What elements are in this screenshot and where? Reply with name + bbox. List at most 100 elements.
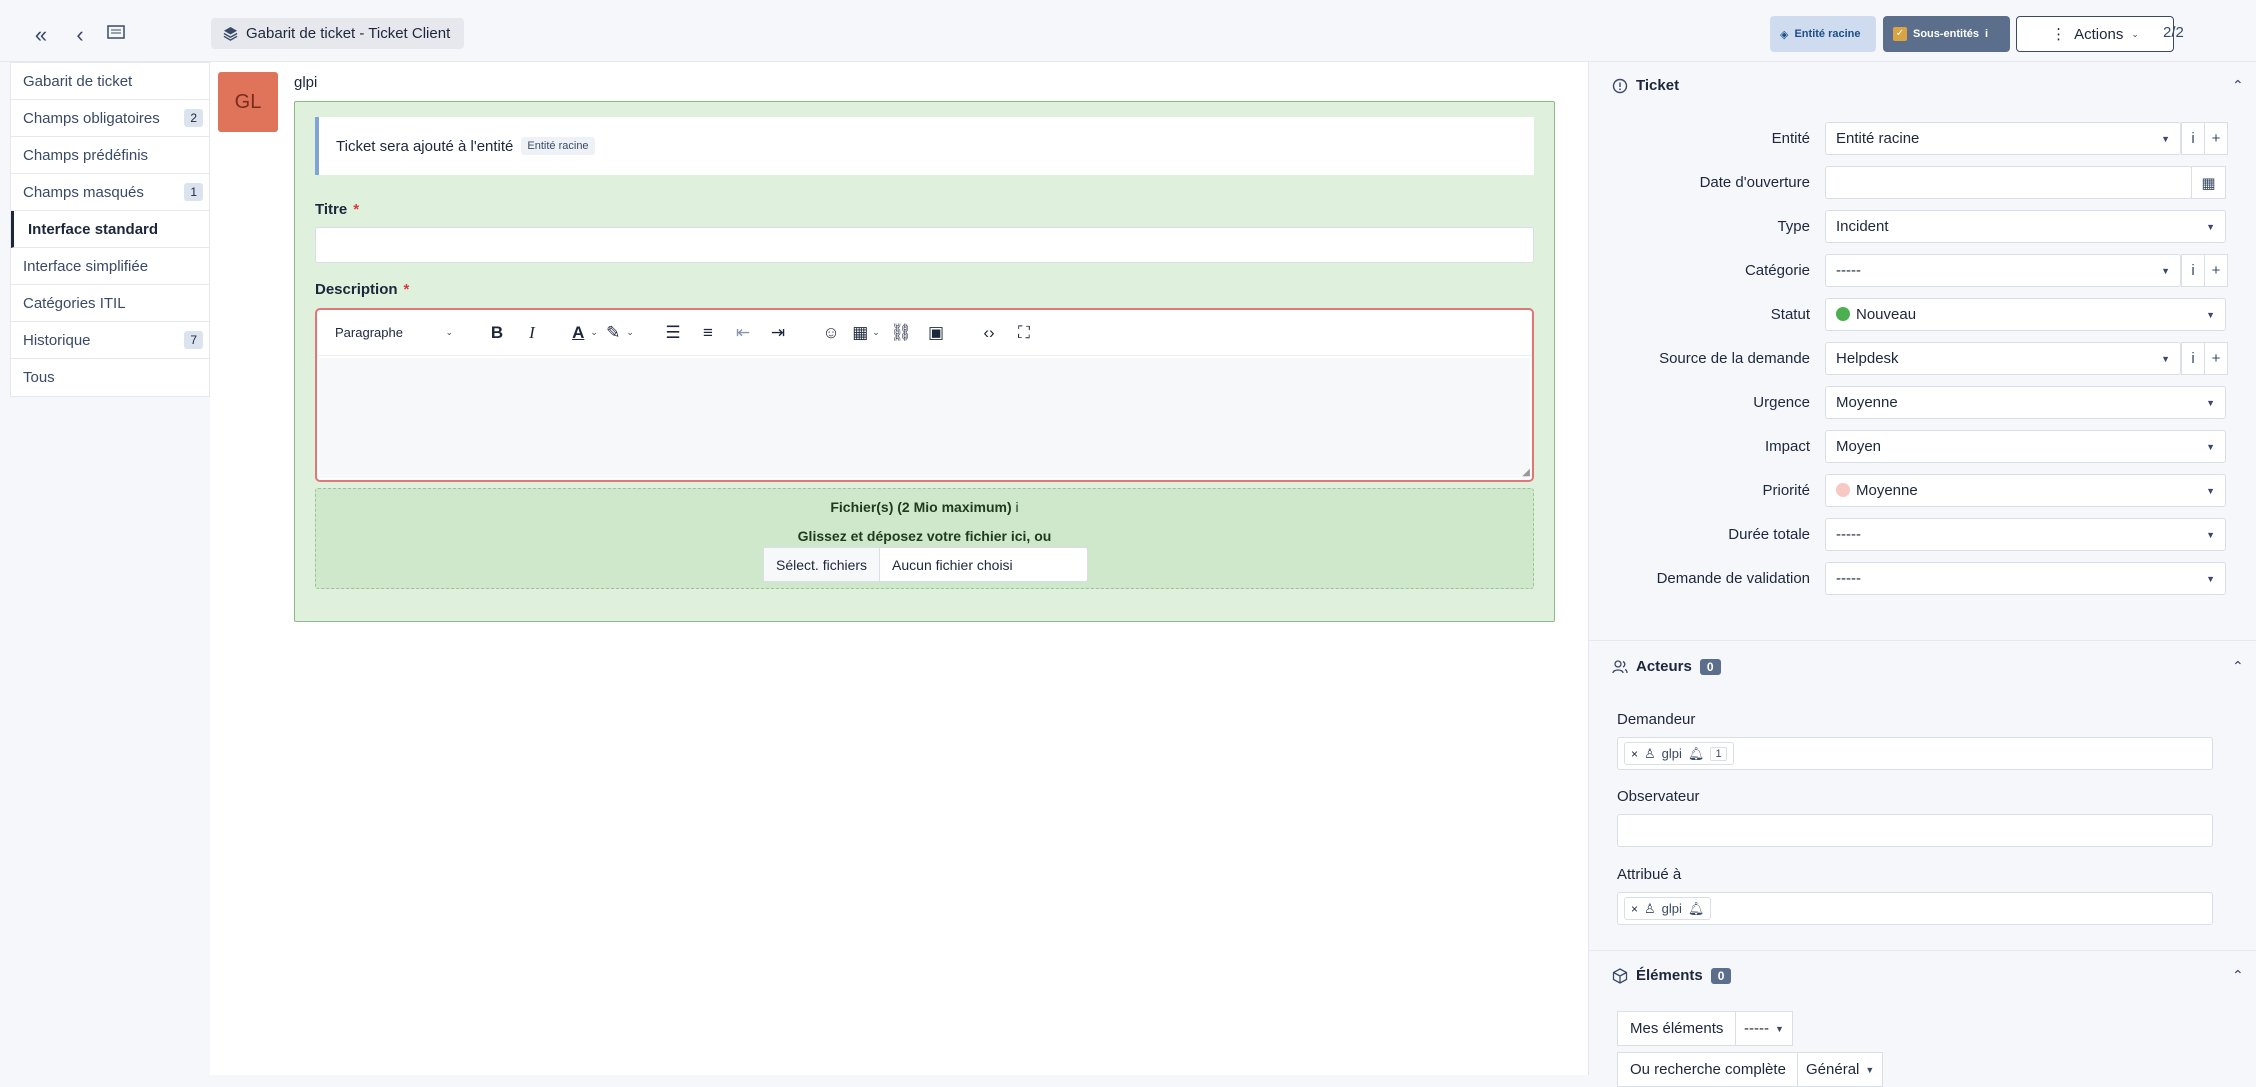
file-input[interactable]: Sélect. fichiers Aucun fichier choisi [763,547,1088,582]
resize-handle-icon[interactable]: ◢ [1522,467,1530,478]
requester-label: Demandeur [1617,711,1696,728]
status-select[interactable]: Nouveau ▼ [1825,298,2226,331]
info-icon[interactable]: i [2181,122,2205,155]
assigned-field[interactable]: × ♙ glpi 🔔︎ [1617,892,2213,925]
priority-select[interactable]: Moyenne ▼ [1825,474,2226,507]
menu-item-ticket-template[interactable]: Gabarit de ticket [11,63,209,100]
chevron-up-icon[interactable]: ⌃ [2232,658,2244,675]
title-label: Titre * [315,201,360,218]
menu-item-all[interactable]: Tous [11,359,209,396]
numbered-list-icon[interactable]: ≡ [693,319,723,347]
avatar: GL [218,72,278,132]
entity-badge: Entité racine [521,137,595,155]
list-icon[interactable] [103,22,129,48]
notice-text: Ticket sera ajouté à l'entité [336,137,514,155]
checkbox-icon: ✓ [1893,27,1907,41]
actions-button[interactable]: ⋮ Actions ⌄ [2016,16,2174,52]
field-label-impact: Impact [1764,438,1810,455]
info-icon[interactable]: i [2181,254,2205,287]
info-icon[interactable]: i [2181,342,2205,375]
pager: 2/2 [2163,24,2184,41]
chevron-up-icon[interactable]: ⌃ [2232,967,2244,984]
link-icon[interactable]: ⛓ [886,319,916,347]
menu-item-standard-interface[interactable]: Interface standard [11,211,209,248]
total-duration-select[interactable]: ----- ▼ [1825,518,2226,551]
entity-select[interactable]: Entité racine ▼ [1825,122,2181,155]
caret-down-icon: ▼ [2206,441,2215,452]
request-source-select[interactable]: Helpdesk ▼ [1825,342,2181,375]
observer-field[interactable] [1617,814,2213,847]
actor-chip[interactable]: × ♙ glpi 🔔︎ [1624,897,1712,920]
plus-icon[interactable]: + [2204,122,2228,155]
image-icon[interactable]: ▣ [921,319,951,347]
collapse-all-icon[interactable]: « [28,22,54,48]
full-search-select[interactable]: Général ▼ [1797,1052,1884,1087]
info-icon: i [1015,499,1019,515]
required-mark: * [353,201,360,218]
entity-notice: Ticket sera ajouté à l'entité Entité rac… [315,117,1534,175]
opening-date-input[interactable] [1825,166,2192,199]
description-editor[interactable]: Paragraphe ⌄ B I A ⌄ ✎ ⌄ ☰ ≡ ⇤ ⇥ ☺ ▦ ⌄ ⛓ ▣ ‹… [315,308,1534,482]
menu-item-mandatory-fields[interactable]: Champs obligatoires 2 [11,100,209,137]
actor-chip[interactable]: × ♙ glpi 🔔︎ 1 [1624,742,1734,765]
fullscreen-icon[interactable]: ⛶ [1009,319,1039,347]
italic-icon[interactable]: I [517,319,547,347]
emoji-icon[interactable]: ☺ [816,319,846,347]
menu-item-history[interactable]: Historique 7 [11,322,209,359]
users-icon [1612,659,1628,673]
caret-down-icon: ▼ [2206,221,2215,232]
breadcrumb[interactable]: Gabarit de ticket - Ticket Client [211,18,465,49]
file-dropzone[interactable]: Fichier(s) (2 Mio maximum) i Glissez et … [315,488,1534,589]
status-new-icon [1836,307,1850,321]
elements-section-header[interactable]: Éléments 0 [1612,967,1732,984]
close-icon[interactable]: × [1631,747,1638,761]
plus-icon[interactable]: + [2204,342,2228,375]
outdent-icon[interactable]: ⇤ [728,319,758,347]
impact-select[interactable]: Moyen ▼ [1825,430,2226,463]
highlight-icon[interactable]: ✎ ⌄ [605,319,635,347]
category-select[interactable]: ----- ▼ [1825,254,2181,287]
paragraph-select[interactable]: Paragraphe ⌄ [329,319,459,347]
title-input[interactable] [315,227,1534,263]
back-icon[interactable]: ‹ [67,22,93,48]
indent-icon[interactable]: ⇥ [763,319,793,347]
subentities-toggle[interactable]: ✓ Sous-entités i [1883,16,2010,52]
alert-circle-icon [1612,78,1628,93]
code-icon[interactable]: ‹› [974,319,1004,347]
drop-text: Glissez et déposez votre fichier ici, ou [797,528,1052,544]
menu-item-label: Historique [23,331,91,349]
chevron-up-icon[interactable]: ⌃ [2232,77,2244,94]
validation-request-select[interactable]: ----- ▼ [1825,562,2226,595]
caret-down-icon: ▼ [2206,529,2215,540]
menu-item-itil-categories[interactable]: Catégories ITIL [11,285,209,322]
caret-down-icon: ▼ [1774,1023,1784,1034]
requester-field[interactable]: × ♙ glpi 🔔︎ 1 [1617,737,2213,770]
calendar-icon[interactable]: ▦ [2191,166,2226,199]
my-elements-select[interactable]: ----- ▼ [1735,1011,1793,1046]
count-badge: 0 [1710,967,1732,984]
actions-label: Actions [2074,25,2124,43]
entity-root-button[interactable]: ◈ Entité racine [1770,16,1876,52]
menu-item-label: Champs obligatoires [23,109,160,127]
menu-item-hidden-fields[interactable]: Champs masqués 1 [11,174,209,211]
plus-icon[interactable]: + [2204,254,2228,287]
menu-item-simplified-interface[interactable]: Interface simplifiée [11,248,209,285]
text-color-icon[interactable]: A ⌄ [570,319,600,347]
ticket-section-header[interactable]: Ticket [1612,77,1679,94]
type-select[interactable]: Incident ▼ [1825,210,2226,243]
bullet-list-icon[interactable]: ☰ [658,319,688,347]
menu-item-label: Gabarit de ticket [23,72,133,90]
editor-body[interactable] [319,358,1530,478]
menu-item-predefined-fields[interactable]: Champs prédéfinis [11,137,209,174]
actors-section-header[interactable]: Acteurs 0 [1612,658,1721,675]
urgency-select[interactable]: Moyenne ▼ [1825,386,2226,419]
info-icon: i [1985,28,1989,40]
select-files-button[interactable]: Sélect. fichiers [764,548,881,581]
bold-icon[interactable]: B [482,319,512,347]
count-badge: 2 [184,109,203,127]
close-icon[interactable]: × [1631,902,1638,916]
bell-icon[interactable]: 🔔︎ [1688,746,1705,762]
table-icon[interactable]: ▦ ⌄ [851,319,881,347]
top-bar: « ‹ Gabarit de ticket - Ticket Client ◈ … [0,0,2256,62]
bell-icon[interactable]: 🔔︎ [1688,901,1705,917]
